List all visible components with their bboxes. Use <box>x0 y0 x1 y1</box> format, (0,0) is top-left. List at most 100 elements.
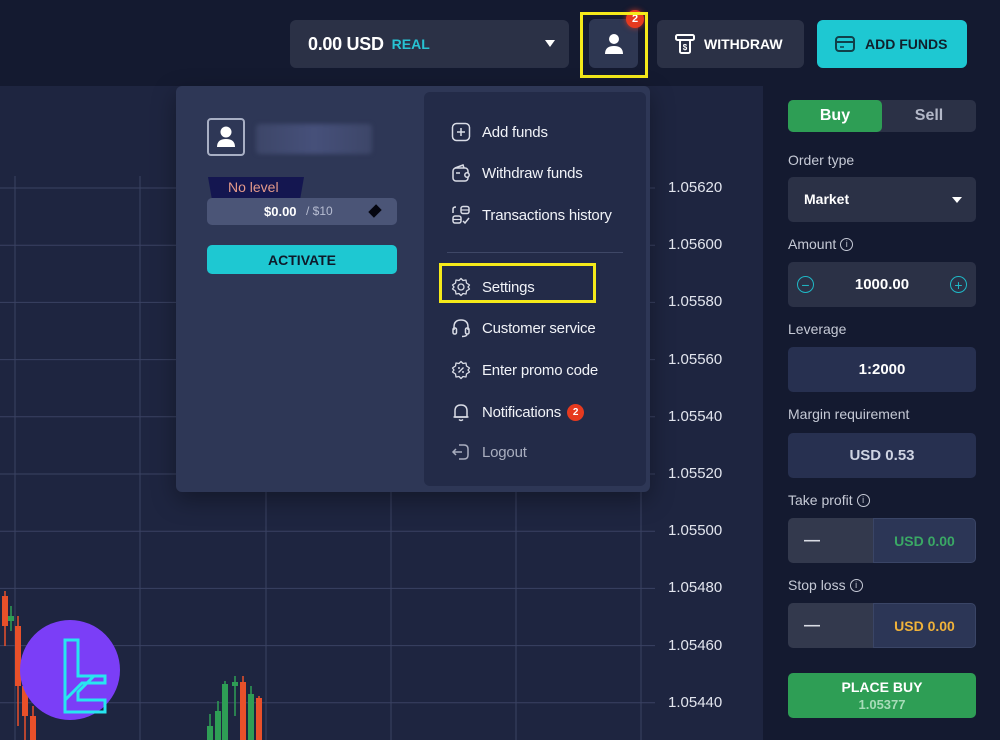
info-icon[interactable]: i <box>840 237 854 251</box>
candle-body <box>248 694 254 740</box>
avatar <box>207 118 245 156</box>
profile-notification-badge: 2 <box>626 10 644 28</box>
menu-item-add-funds[interactable]: Add funds <box>424 116 646 148</box>
menu-item-label: Notifications <box>482 403 562 421</box>
logout-icon <box>450 441 472 463</box>
take-profit-label: Take profit i <box>788 492 870 508</box>
order-type-label: Order type <box>788 152 854 168</box>
place-buy-button[interactable]: PLACE BUY 1.05377 <box>788 673 976 718</box>
menu-item-label: Transactions history <box>482 206 612 224</box>
add-funds-button[interactable]: ADD FUNDS <box>817 20 967 68</box>
stop-loss-value[interactable]: USD 0.00 <box>873 603 976 648</box>
price-axis-label: 1.05500 <box>668 522 723 540</box>
sell-tab[interactable]: Sell <box>882 100 976 132</box>
brand-logo <box>20 620 120 720</box>
candle-body <box>207 726 213 740</box>
profile-menu-list: Add funds Withdraw funds Transactions hi… <box>424 92 646 486</box>
menu-item-withdraw-funds[interactable]: Withdraw funds <box>424 157 646 189</box>
leverage-label-text: Leverage <box>788 321 847 337</box>
amount-stepper[interactable]: − 1000.00 + <box>788 262 976 307</box>
withdraw-button[interactable]: $ WITHDRAW <box>657 20 804 68</box>
transactions-icon <box>450 204 472 226</box>
order-type-select[interactable]: Market <box>788 177 976 222</box>
account-balance-selector[interactable]: 0.00 USD REAL <box>290 20 569 68</box>
menu-divider <box>447 252 623 253</box>
price-axis-label: 1.05460 <box>668 636 723 654</box>
user-icon <box>604 33 623 54</box>
menu-item-label: Enter promo code <box>482 361 599 379</box>
menu-item-transactions-history[interactable]: Transactions history <box>424 199 646 231</box>
amount-label: Amount i <box>788 236 854 252</box>
leverage-field[interactable]: 1:2000 <box>788 347 976 392</box>
menu-item-customer-service[interactable]: Customer service <box>424 312 646 344</box>
menu-item-label: Add funds <box>482 123 548 141</box>
balance-amount: 0.00 USD <box>308 33 384 54</box>
price-axis-label: 1.05560 <box>668 350 723 368</box>
menu-item-settings[interactable]: Settings <box>424 271 646 303</box>
order-type-label-text: Order type <box>788 152 855 168</box>
take-profit-label-text: Take profit <box>788 492 853 508</box>
order-type-value: Market <box>804 191 850 207</box>
progress-target: / $10 <box>306 204 333 218</box>
notifications-badge: 2 <box>567 403 585 421</box>
price-axis-label: 1.05520 <box>668 465 723 482</box>
price-axis-label: 1.05440 <box>668 693 723 711</box>
info-icon[interactable]: i <box>849 578 863 592</box>
gear-icon <box>450 276 472 298</box>
stop-loss-label: Stop loss i <box>788 577 863 593</box>
amount-value[interactable]: 1000.00 <box>788 262 976 307</box>
menu-item-logout[interactable]: Logout <box>424 436 646 468</box>
candle-body <box>232 682 238 686</box>
headset-icon <box>450 317 472 339</box>
leverage-value: 1:2000 <box>858 361 906 378</box>
add-funds-label: ADD FUNDS <box>865 36 948 52</box>
wallet-icon <box>450 162 472 184</box>
price-axis: 1.05620 1.05600 1.05580 1.05560 1.05540 1.055… <box>655 86 763 740</box>
candle-body <box>8 616 14 621</box>
activate-button[interactable]: ACTIVATE <box>207 245 397 274</box>
logo-glyph-icon <box>63 638 107 714</box>
menu-item-label: Settings <box>482 278 535 296</box>
amount-label-text: Amount <box>788 236 837 252</box>
leverage-label: Leverage <box>788 321 846 337</box>
withdraw-label: WITHDRAW <box>704 36 783 52</box>
menu-item-enter-promo-code[interactable]: Enter promo code <box>424 354 646 386</box>
order-panel: Buy Sell Order type Market Amount i − 100… <box>763 86 1000 740</box>
margin-label: Margin requirement <box>788 406 909 422</box>
take-profit-toggle[interactable]: — <box>788 518 873 563</box>
take-profit-field: — USD 0.00 <box>788 518 976 563</box>
bell-icon <box>450 401 472 423</box>
plus-circle-icon[interactable]: + <box>950 276 967 293</box>
place-buy-price: 1.05377 <box>858 697 906 712</box>
username-blurred <box>256 124 372 154</box>
price-axis-label: 1.05540 <box>668 407 723 425</box>
trading-app: 1.05620 1.05600 1.05580 1.05560 1.05540 1.055… <box>0 0 1000 740</box>
candle-body <box>222 684 228 740</box>
price-axis-label: 1.05580 <box>668 293 723 311</box>
buy-tab[interactable]: Buy <box>788 100 882 132</box>
margin-value: USD 0.53 <box>849 447 915 464</box>
diamond-icon <box>368 204 382 218</box>
price-axis-label: 1.05620 <box>668 179 723 196</box>
candle-body <box>215 711 221 740</box>
level-tag: No level <box>208 177 304 199</box>
stop-loss-toggle[interactable]: — <box>788 603 873 648</box>
chevron-down-icon <box>952 197 962 203</box>
buy-sell-toggle: Buy Sell <box>788 100 976 132</box>
candle-body <box>256 698 262 740</box>
stop-loss-field: — USD 0.00 <box>788 603 976 648</box>
take-profit-value[interactable]: USD 0.00 <box>873 518 976 563</box>
price-axis-label: 1.05600 <box>668 236 723 254</box>
promo-badge-icon <box>450 359 472 381</box>
level-progress-bar: $0.00 / $10 <box>207 198 397 225</box>
price-axis-label: 1.05480 <box>668 579 723 597</box>
svg-text:$: $ <box>683 43 688 52</box>
chevron-down-icon <box>545 40 555 47</box>
credit-card-icon <box>835 36 855 52</box>
info-icon[interactable]: i <box>856 493 870 507</box>
menu-item-label: Customer service <box>482 319 596 337</box>
margin-label-text: Margin requirement <box>788 406 910 422</box>
menu-item-notifications[interactable]: Notifications 2 <box>424 396 646 428</box>
menu-item-label: Logout <box>482 443 527 461</box>
place-buy-label: PLACE BUY <box>841 679 923 695</box>
